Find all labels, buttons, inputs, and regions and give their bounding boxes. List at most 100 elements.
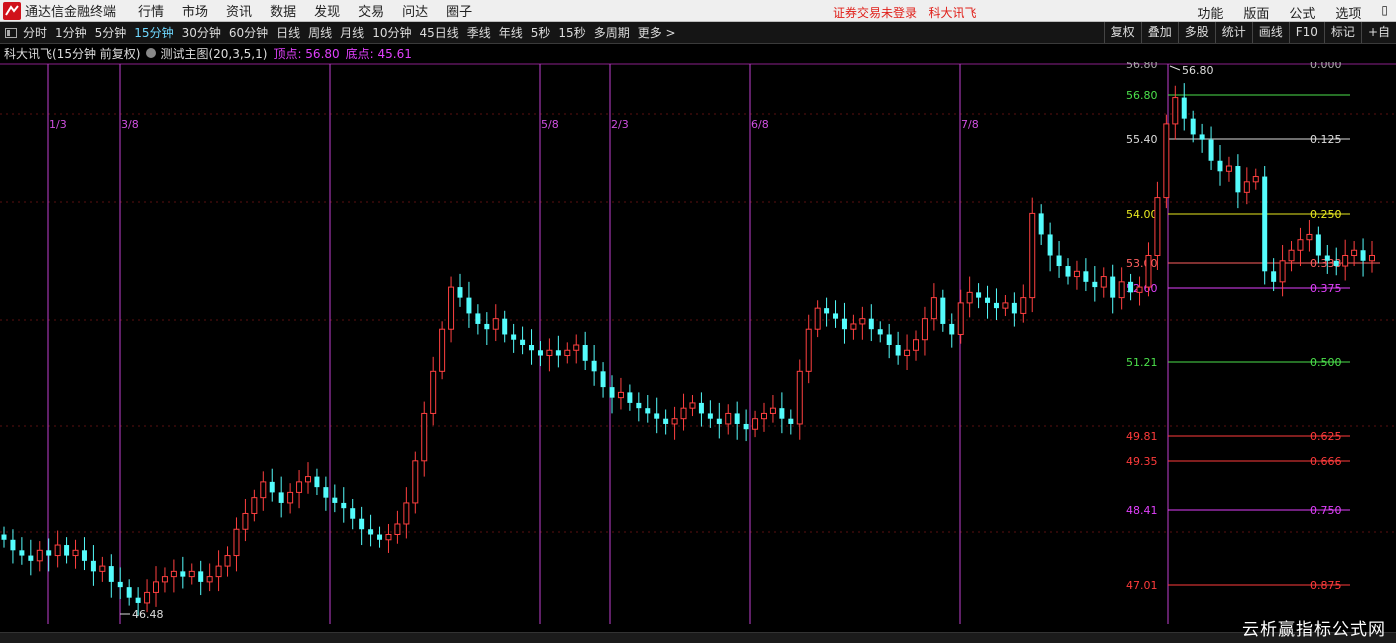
- candle-body-up: [394, 523, 401, 536]
- candle-body-up: [1172, 97, 1179, 125]
- fib-ratio-label: 0.125: [1310, 133, 1342, 146]
- menu-item-quotes[interactable]: 行情: [138, 1, 164, 20]
- menu-item-market[interactable]: 市场: [182, 1, 208, 20]
- candle-body-down: [841, 318, 847, 330]
- candle-body-up: [430, 370, 437, 414]
- candle-body-down: [1092, 281, 1098, 288]
- f10-button[interactable]: F10: [1288, 22, 1324, 43]
- indicator-label[interactable]: 测试主图(20,3,5,1): [160, 45, 267, 62]
- candle-body-down: [269, 481, 275, 493]
- menu-item-discover[interactable]: 发现: [314, 1, 340, 20]
- menu-item-ask[interactable]: 问达: [402, 1, 428, 20]
- menu-formula[interactable]: 公式: [1289, 3, 1315, 22]
- panel-toggle-icon[interactable]: [5, 27, 17, 38]
- custom-button[interactable]: +自: [1360, 22, 1396, 43]
- multi-stock-button[interactable]: 多股: [1177, 22, 1215, 43]
- period-tab-1[interactable]: 1分钟: [55, 24, 87, 41]
- candle-body-down: [108, 566, 114, 582]
- candle-body-up: [573, 344, 580, 351]
- candle-body-down: [1271, 271, 1277, 282]
- candlestick-chart[interactable]: 1/3 3/8 5/8 2/3 6/8 7/8 56.80 0.000 56.80 55.40 0.…: [0, 62, 1396, 632]
- period-tab-6[interactable]: 日线: [276, 24, 300, 41]
- candle-body-up: [564, 349, 571, 357]
- candle-body-down: [636, 402, 642, 409]
- period-tab-11[interactable]: 季线: [467, 24, 491, 41]
- candle-body-down: [466, 297, 472, 314]
- window-icon[interactable]: ▯: [1381, 3, 1388, 22]
- candle-body-up: [224, 555, 231, 567]
- candle-body-up: [233, 528, 240, 557]
- candle-body-down: [511, 334, 517, 340]
- candle-body-down: [323, 487, 329, 498]
- candle-body-down: [1217, 160, 1223, 172]
- period-tab-15[interactable]: 多周期: [594, 24, 630, 41]
- period-tab-5[interactable]: 60分钟: [229, 24, 268, 41]
- period-tab-10[interactable]: 45日线: [419, 24, 458, 41]
- candle-body-down: [359, 518, 365, 530]
- period-tab-9[interactable]: 10分钟: [372, 24, 411, 41]
- date-marker-label: 3/8: [121, 118, 139, 131]
- candle-body-up: [1029, 212, 1036, 299]
- candle-body-up: [1225, 165, 1232, 172]
- candle-body-down: [475, 313, 481, 324]
- date-marker-label: 6/8: [751, 118, 769, 131]
- menu-item-data[interactable]: 数据: [270, 1, 296, 20]
- menu-options[interactable]: 选项: [1335, 3, 1361, 22]
- candle-body-down: [1262, 176, 1268, 272]
- draw-line-button[interactable]: 画线: [1251, 22, 1289, 43]
- candle-body-down: [645, 408, 651, 414]
- candle-body-down: [582, 345, 588, 361]
- period-tab-12[interactable]: 年线: [499, 24, 523, 41]
- candle-body-up: [1145, 255, 1152, 288]
- menu-item-trade[interactable]: 交易: [358, 1, 384, 20]
- period-tab-0[interactable]: 分时: [23, 24, 47, 41]
- candle-body-down: [117, 581, 123, 588]
- candle-body-up: [913, 339, 919, 351]
- candle-body-down: [278, 492, 284, 503]
- indicator-settings-icon[interactable]: [146, 48, 157, 58]
- overlay-button[interactable]: 叠加: [1140, 22, 1178, 43]
- candle-body-down: [46, 550, 52, 556]
- period-list: 分时 1分钟 5分钟 15分钟 30分钟 60分钟 日线 周线 月线 10分钟 45日线 季线 年线 5秒…: [23, 24, 684, 41]
- candle-body-up: [761, 412, 767, 420]
- statistics-button[interactable]: 统计: [1214, 22, 1252, 43]
- candle-body-down: [698, 402, 704, 414]
- candle-body-up: [1020, 297, 1027, 314]
- candle-body-down: [1011, 302, 1017, 314]
- candle-body-down: [627, 392, 633, 403]
- candle-body-up: [752, 418, 759, 430]
- period-tab-14[interactable]: 15秒: [558, 24, 585, 41]
- candle-body-up: [296, 481, 303, 493]
- login-status[interactable]: 证券交易未登录 科大讯飞: [833, 4, 976, 21]
- period-tab-13[interactable]: 5秒: [531, 24, 551, 41]
- candle-body-up: [1279, 260, 1286, 283]
- period-tab-2[interactable]: 5分钟: [95, 24, 127, 41]
- menu-layout[interactable]: 版面: [1243, 3, 1269, 22]
- candle-body-up: [287, 491, 294, 504]
- mark-button[interactable]: 标记: [1323, 22, 1361, 43]
- period-tab-7[interactable]: 周线: [308, 24, 332, 41]
- candle-body-down: [868, 318, 874, 330]
- fib-ratio-label: 0.750: [1310, 504, 1342, 517]
- period-tab-16[interactable]: 更多 >: [638, 24, 676, 41]
- menu-item-circle[interactable]: 圈子: [446, 1, 472, 20]
- period-tab-4[interactable]: 30分钟: [182, 24, 221, 41]
- restore-rights-button[interactable]: 复权: [1103, 22, 1141, 43]
- candle-body-down: [707, 413, 713, 419]
- candle-body-up: [1288, 249, 1295, 262]
- fib-ratio-label: 0.666: [1310, 455, 1342, 468]
- candle-body-up: [251, 497, 258, 514]
- fib-ratio-label: 0.500: [1310, 356, 1342, 369]
- period-tab-3[interactable]: 15分钟: [134, 24, 173, 41]
- menu-item-news[interactable]: 资讯: [226, 1, 252, 20]
- menu-function[interactable]: 功能: [1197, 3, 1223, 22]
- candle-body-up: [957, 302, 964, 335]
- candle-body-down: [824, 308, 830, 314]
- candle-body-down: [654, 413, 660, 419]
- period-tab-8[interactable]: 月线: [340, 24, 364, 41]
- candle-body-up: [1351, 249, 1358, 257]
- candle-body-down: [949, 323, 955, 335]
- candle-body-up: [215, 565, 222, 578]
- candle-body-down: [716, 418, 722, 424]
- bottom-tab-bar: [0, 632, 1396, 643]
